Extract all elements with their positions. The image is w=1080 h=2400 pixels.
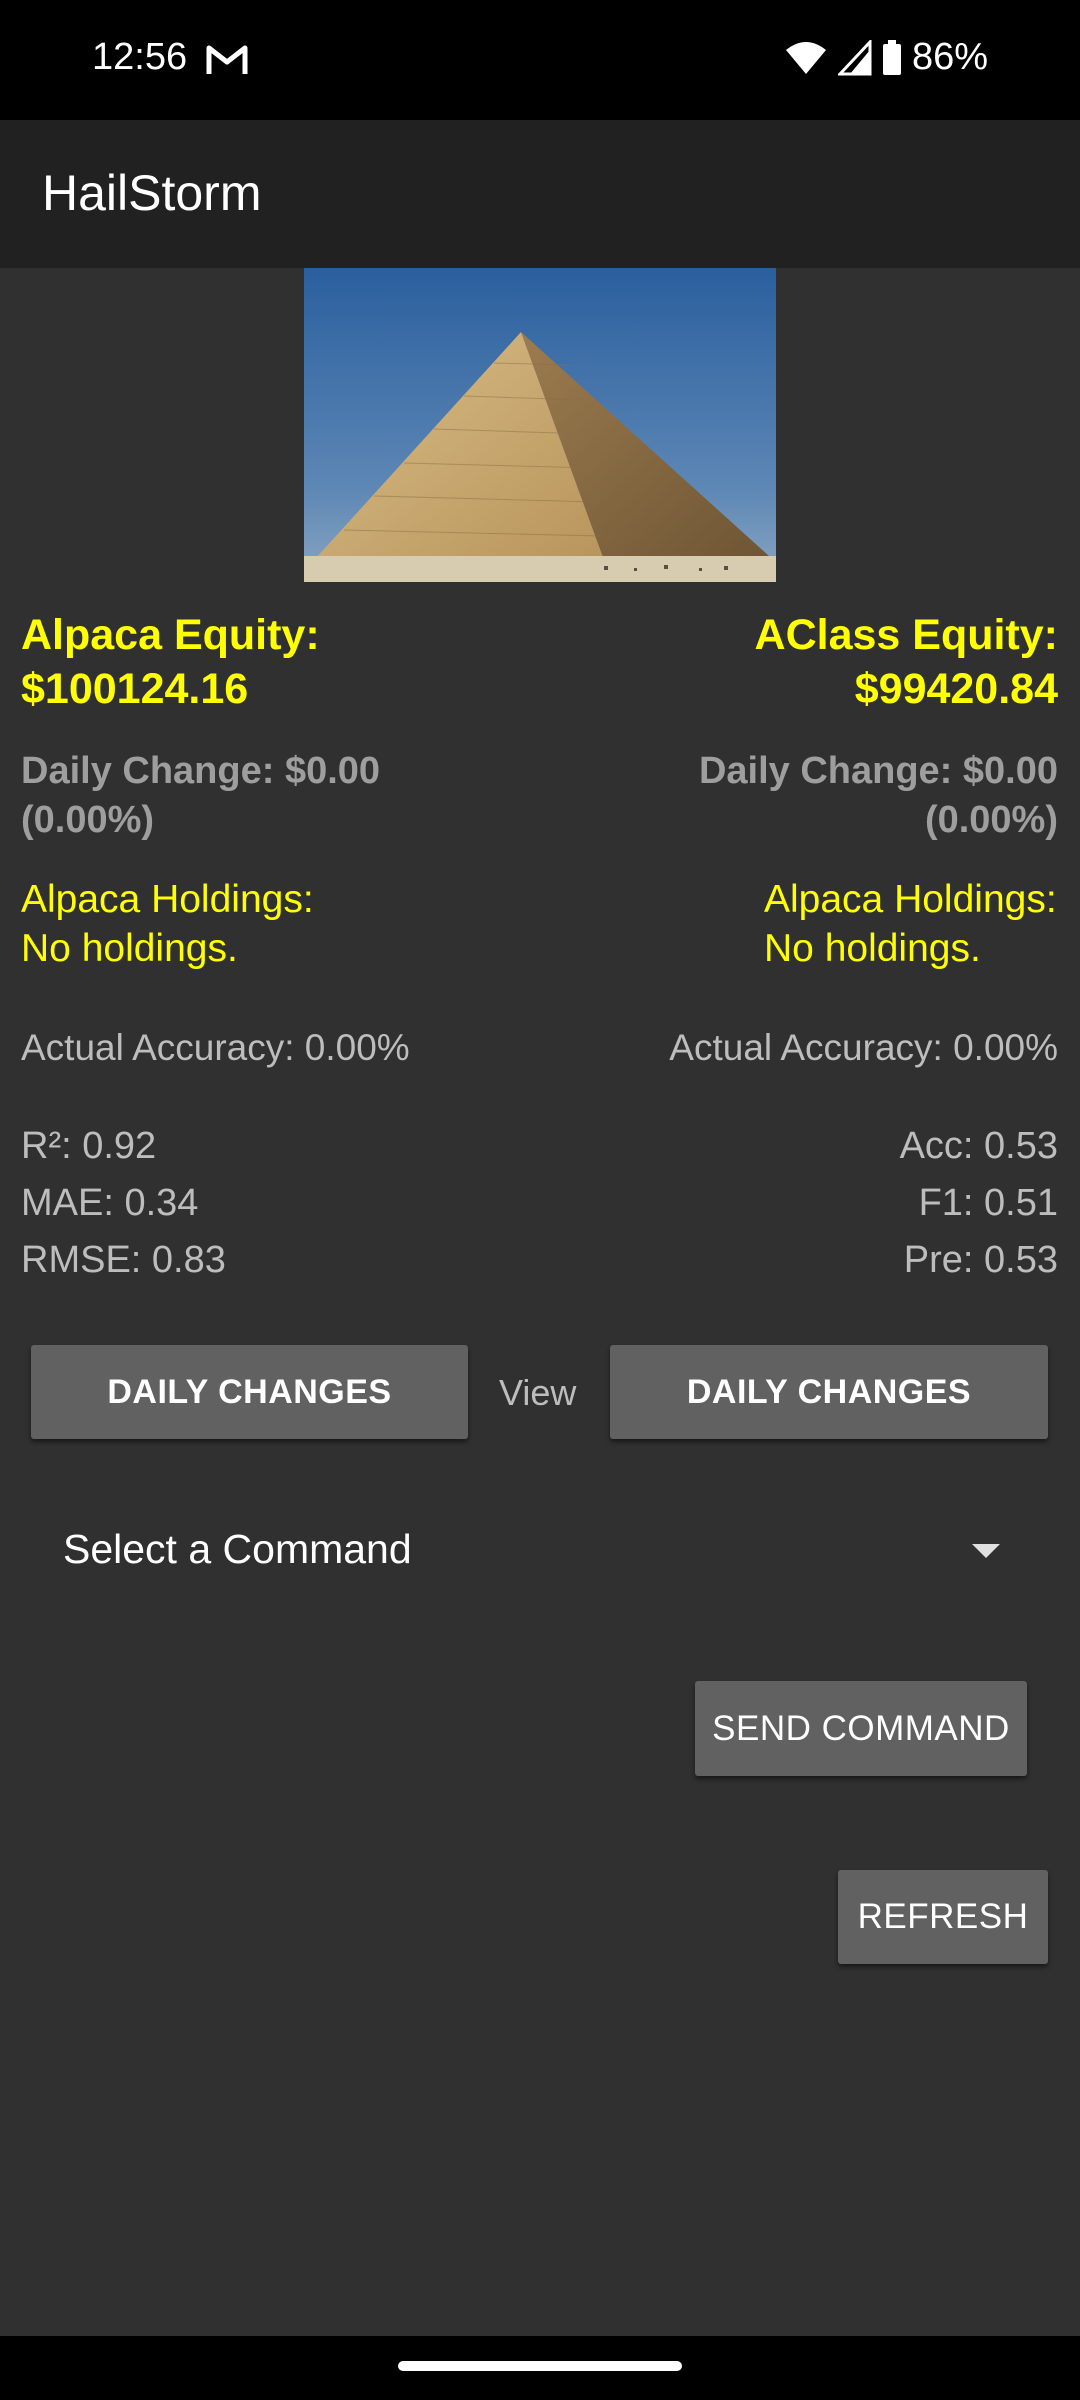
- aclass-equity: AClass Equity: $99420.84: [755, 608, 1058, 716]
- send-command-button[interactable]: SEND COMMAND: [695, 1681, 1027, 1776]
- left-daily-changes-button[interactable]: DAILY CHANGES: [31, 1345, 468, 1439]
- right-daily-changes-button[interactable]: DAILY CHANGES: [610, 1345, 1048, 1439]
- right-holdings: Alpaca Holdings: No holdings.: [764, 875, 1080, 973]
- left-holdings: Alpaca Holdings: No holdings.: [21, 875, 314, 973]
- aclass-equity-label: AClass Equity:: [754, 611, 1058, 659]
- command-spinner-value: Select a Command: [63, 1526, 412, 1572]
- pyramid-image: [304, 268, 776, 582]
- rmse-metric: RMSE: 0.83: [21, 1239, 226, 1281]
- left-actual-accuracy: Actual Accuracy: 0.00%: [21, 1027, 410, 1068]
- battery-icon: [882, 39, 902, 76]
- refresh-button[interactable]: REFRESH: [838, 1870, 1048, 1964]
- screen: 12:56 86% HailStorm Alpaca Equity: $1001…: [0, 0, 1080, 2400]
- left-holdings-label: Alpaca Holdings:: [21, 878, 314, 921]
- gmail-icon: [205, 42, 249, 76]
- signal-icon: [837, 39, 872, 76]
- battery-percent: 86%: [911, 36, 988, 78]
- right-holdings-value: No holdings.: [764, 927, 981, 970]
- right-daily-change: Daily Change: $0.00 (0.00%): [699, 747, 1058, 845]
- left-daily-change: Daily Change: $0.00 (0.00%): [21, 747, 380, 845]
- left-daily-change-amount: Daily Change: $0.00: [21, 750, 381, 792]
- right-daily-change-amount: Daily Change: $0.00: [698, 750, 1058, 792]
- right-daily-change-percent: (0.00%): [924, 799, 1058, 841]
- left-daily-change-percent: (0.00%): [21, 799, 155, 841]
- status-time: 12:56: [92, 36, 188, 78]
- alpaca-equity-label: Alpaca Equity:: [21, 611, 320, 659]
- right-holdings-label: Alpaca Holdings:: [764, 878, 1057, 921]
- pre-metric: Pre: 0.53: [903, 1239, 1058, 1281]
- classification-metrics: Acc: 0.53 F1: 0.51 Pre: 0.53: [900, 1118, 1058, 1289]
- f1-metric: F1: 0.51: [918, 1182, 1058, 1224]
- regression-metrics: R²: 0.92 MAE: 0.34 RMSE: 0.83: [21, 1118, 226, 1289]
- dropdown-arrow-icon: [972, 1544, 1000, 1558]
- right-actual-accuracy: Actual Accuracy: 0.00%: [669, 1027, 1058, 1068]
- command-spinner[interactable]: Select a Command: [30, 1512, 1020, 1588]
- mae-metric: MAE: 0.34: [21, 1182, 199, 1224]
- acc-metric: Acc: 0.53: [899, 1125, 1058, 1167]
- left-holdings-value: No holdings.: [21, 927, 238, 970]
- alpaca-equity: Alpaca Equity: $100124.16: [21, 608, 320, 716]
- view-label: View: [499, 1372, 577, 1413]
- r2-metric: R²: 0.92: [21, 1125, 157, 1167]
- aclass-equity-value: $99420.84: [854, 665, 1058, 713]
- home-gesture-handle[interactable]: [398, 2361, 682, 2371]
- alpaca-equity-value: $100124.16: [21, 665, 249, 713]
- app-title: HailStorm: [42, 165, 262, 221]
- wifi-icon: [784, 40, 828, 76]
- status-icons: 86%: [784, 36, 988, 79]
- status-bar: 12:56 86%: [0, 0, 1080, 120]
